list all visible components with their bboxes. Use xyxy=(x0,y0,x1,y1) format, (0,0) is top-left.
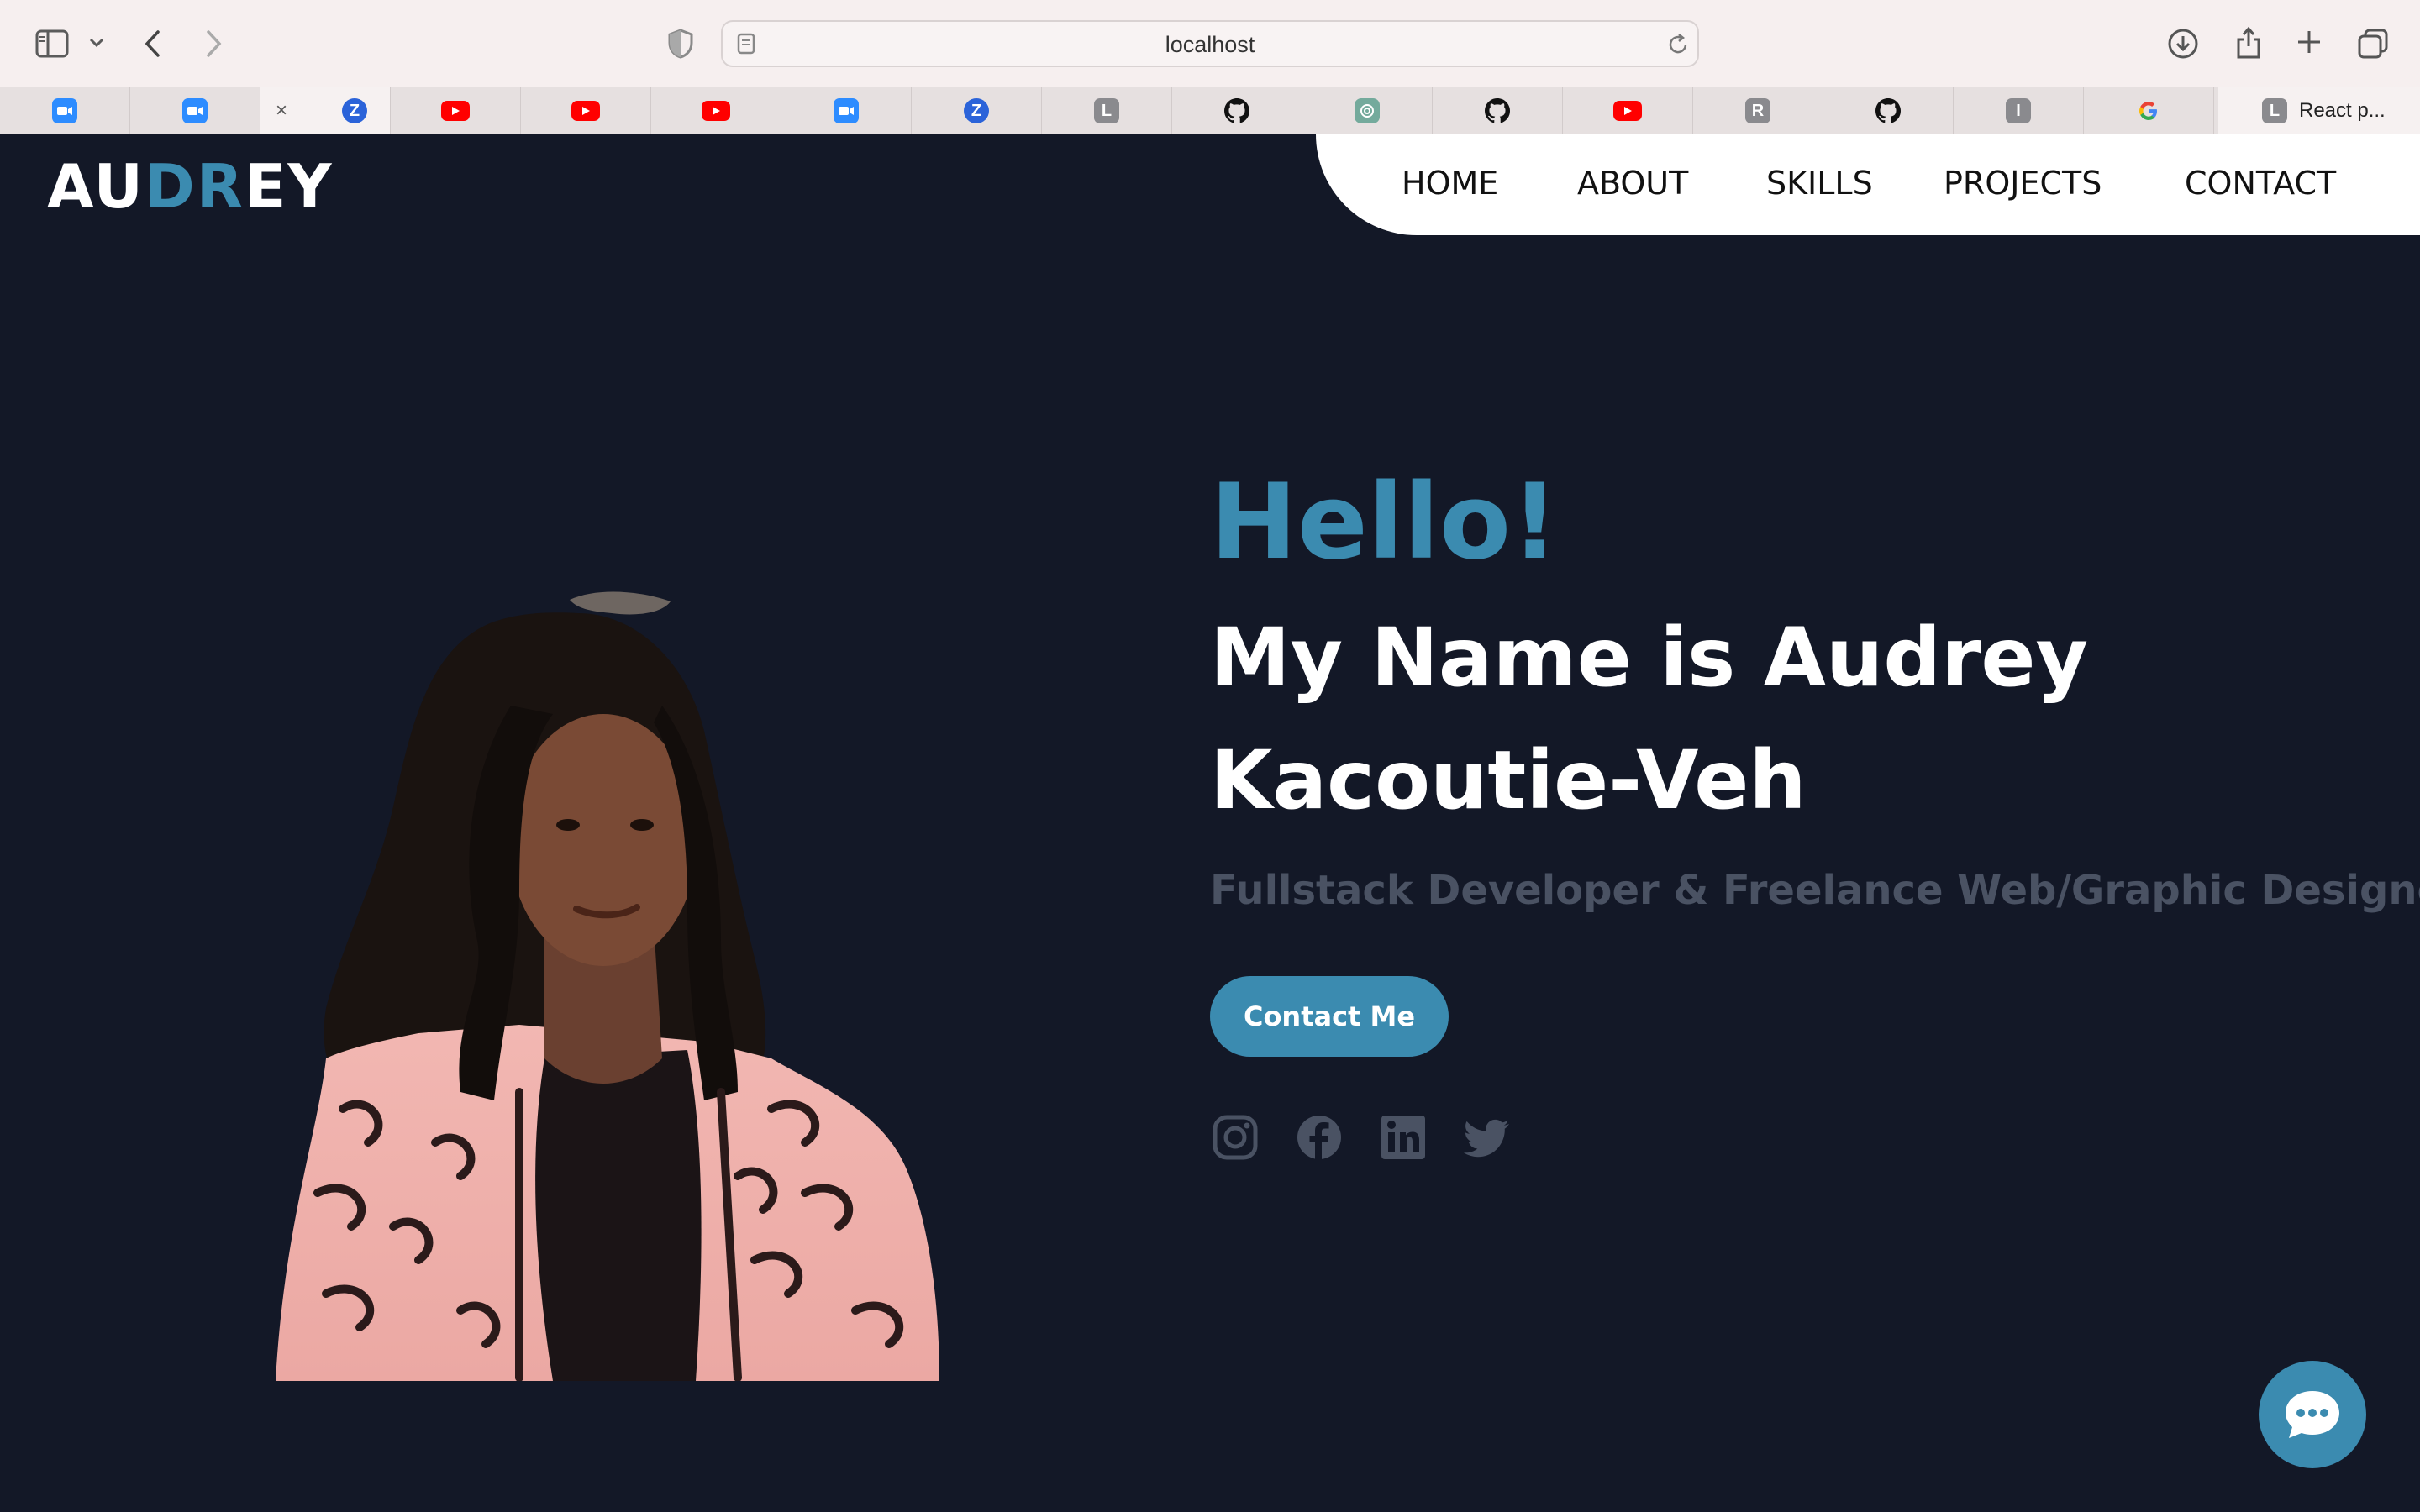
tab-strip: × Z Z L R I L React p... xyxy=(0,87,2420,134)
chat-button[interactable] xyxy=(2259,1361,2366,1468)
privacy-shield-icon[interactable] xyxy=(664,27,697,60)
reload-icon[interactable] xyxy=(1665,32,1691,57)
tab-active[interactable]: × Z xyxy=(260,87,391,134)
hero-name-line2: Kacoutie-Veh xyxy=(1210,733,1807,827)
hero-role: Fullstack Developer & Freelance Web/Grap… xyxy=(1210,867,2420,914)
share-icon[interactable] xyxy=(2230,22,2267,62)
hero-name-line1: My Name is Audrey xyxy=(1210,611,2089,705)
address-bar[interactable]: localhost xyxy=(721,20,1699,67)
zoom-icon xyxy=(834,98,859,123)
tab[interactable] xyxy=(0,87,130,134)
logo-part3: EY xyxy=(245,151,334,222)
tab[interactable]: L React p... xyxy=(2218,87,2420,134)
zoom-z-icon: Z xyxy=(964,98,989,123)
letter-icon: I xyxy=(2006,98,2031,123)
tab[interactable]: R xyxy=(1693,87,1823,134)
github-icon xyxy=(1485,98,1510,123)
hero-greeting: Hello! xyxy=(1210,462,1559,583)
tab[interactable] xyxy=(781,87,912,134)
tab[interactable] xyxy=(1563,87,1693,134)
tab[interactable]: Z xyxy=(912,87,1042,134)
browser-toolbar: localhost xyxy=(0,0,2420,87)
sidebar-toggle-icon[interactable] xyxy=(34,25,71,62)
tab[interactable] xyxy=(1433,87,1563,134)
letter-icon: L xyxy=(2262,98,2287,123)
tab[interactable] xyxy=(391,87,521,134)
tab[interactable] xyxy=(1823,87,1954,134)
close-tab-icon[interactable]: × xyxy=(276,99,287,123)
logo-part1: AU xyxy=(47,151,145,222)
tab[interactable]: L xyxy=(1042,87,1172,134)
url-text: localhost xyxy=(1165,32,1255,57)
chat-bubble-icon xyxy=(2286,1391,2339,1438)
google-icon xyxy=(2136,98,2161,123)
zoom-icon xyxy=(52,98,77,123)
site-logo[interactable]: AUDREY xyxy=(47,151,334,222)
github-icon xyxy=(1876,98,1901,123)
letter-icon: R xyxy=(1745,98,1770,123)
youtube-icon xyxy=(702,101,730,121)
back-icon[interactable] xyxy=(138,25,168,62)
chatgpt-icon xyxy=(1355,98,1380,123)
tab[interactable] xyxy=(2084,87,2214,134)
letter-icon: L xyxy=(1094,98,1119,123)
nav-home[interactable]: HOME xyxy=(1402,165,1498,202)
tab[interactable] xyxy=(1172,87,1302,134)
forward-icon[interactable] xyxy=(198,25,229,62)
downloads-icon[interactable] xyxy=(2165,25,2202,62)
github-icon xyxy=(1224,98,1249,123)
linkedin-icon[interactable] xyxy=(1378,1112,1428,1163)
nav-contact[interactable]: CONTACT xyxy=(2185,165,2336,202)
nav-skills[interactable]: SKILLS xyxy=(1766,165,1873,202)
social-links xyxy=(1210,1112,1546,1163)
twitter-icon[interactable] xyxy=(1462,1112,1512,1163)
zoom-z-icon: Z xyxy=(342,98,367,123)
youtube-icon xyxy=(441,101,470,121)
zoom-icon xyxy=(182,98,208,123)
chevron-down-icon[interactable] xyxy=(86,32,108,54)
tab[interactable] xyxy=(651,87,781,134)
profile-photo xyxy=(276,591,939,1381)
page: AUDREY HOME ABOUT SKILLS PROJECTS CONTAC… xyxy=(0,134,2420,1512)
hero-name: My Name is Audrey Kacoutie-Veh xyxy=(1210,596,2218,842)
tab-overview-icon[interactable] xyxy=(2354,25,2391,62)
tab[interactable] xyxy=(1302,87,1433,134)
tab[interactable] xyxy=(521,87,651,134)
facebook-icon[interactable] xyxy=(1294,1112,1344,1163)
main-nav: HOME ABOUT SKILLS PROJECTS CONTACT xyxy=(1316,134,2420,235)
nav-projects[interactable]: PROJECTS xyxy=(1944,165,2102,202)
instagram-icon[interactable] xyxy=(1210,1112,1260,1163)
nav-about[interactable]: ABOUT xyxy=(1577,165,1688,202)
new-tab-icon[interactable] xyxy=(2292,25,2326,59)
tab-title: React p... xyxy=(2299,99,2386,122)
youtube-icon xyxy=(571,101,600,121)
tab[interactable] xyxy=(130,87,260,134)
logo-part2: DR xyxy=(144,151,245,222)
tab[interactable]: I xyxy=(1954,87,2084,134)
youtube-icon xyxy=(1613,101,1642,121)
contact-me-button[interactable]: Contact Me xyxy=(1210,976,1449,1057)
